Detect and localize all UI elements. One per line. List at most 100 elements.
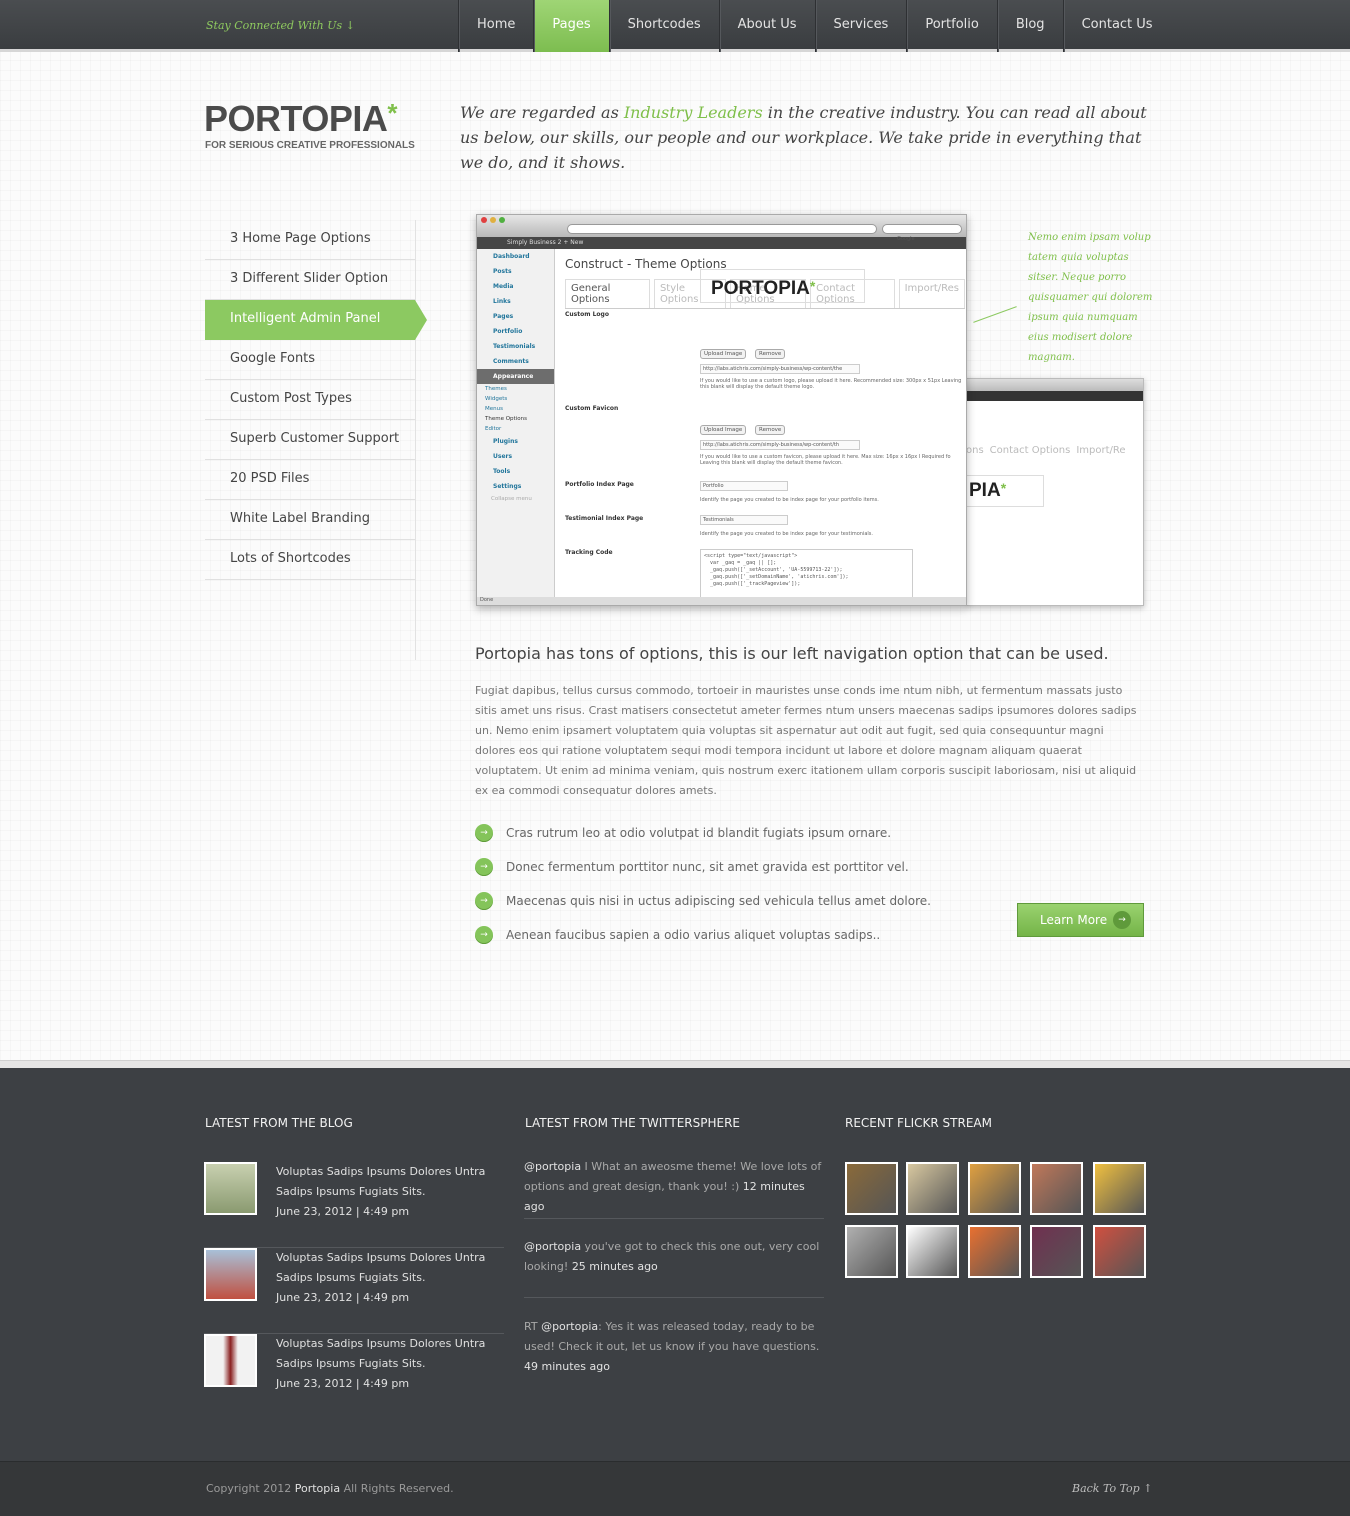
blog-post-text: Voluptas Sadips Ipsums Dolores Untra Sad… [276, 1334, 496, 1394]
back-to-top-link[interactable]: Back To Top ↑ [1072, 1482, 1152, 1495]
flickr-thumbnail[interactable] [906, 1225, 959, 1278]
flickr-thumbnail[interactable] [906, 1162, 959, 1215]
learn-more-button[interactable]: Learn More → [1017, 903, 1144, 937]
nav-contact-us[interactable]: Contact Us [1062, 0, 1171, 52]
sidenav-item[interactable]: Superb Customer Support [205, 420, 415, 460]
blog-thumbnail[interactable] [204, 1334, 257, 1387]
list-item-text: Donec fermentum porttitor nunc, sit amet… [506, 860, 909, 874]
blog-post-title[interactable]: Voluptas Sadips Ipsums Dolores Untra Sad… [276, 1162, 496, 1202]
stay-connected-link[interactable]: Stay Connected With Us ↓ [206, 19, 355, 32]
wp-logo-text: PORTOPIA [711, 278, 810, 299]
main-nav: Home Pages Shortcodes About Us Services … [458, 0, 1171, 52]
wp-menu-item: Media [493, 283, 514, 290]
site-logo[interactable]: PORTOPIA* [204, 98, 397, 140]
back-logo-text: PIA [969, 480, 1001, 501]
flickr-thumbnail[interactable] [845, 1162, 898, 1215]
close-dot-icon [481, 217, 487, 223]
top-bar: Stay Connected With Us ↓ Home Pages Shor… [0, 0, 1350, 52]
sidenav-item[interactable]: 3 Home Page Options [205, 220, 415, 260]
blog-thumbnail[interactable] [204, 1248, 257, 1301]
arrow-down-icon: ↓ [345, 19, 355, 32]
tweet: RT @portopia: Yes it was released today,… [524, 1317, 824, 1377]
wp-menu-item: Comments [493, 358, 529, 365]
wp-menu-item: Posts [493, 268, 512, 275]
asterisk-icon: * [387, 98, 397, 128]
wp-submenu-item: Menus [485, 406, 503, 412]
arrow-right-icon: → [475, 892, 493, 910]
bullet-list: → Cras rutrum leo at odio volutpat id bl… [475, 816, 931, 952]
copyright-after: All Rights Reserved. [340, 1482, 454, 1495]
intro-before: We are regarded as [460, 103, 624, 122]
nav-home[interactable]: Home [458, 0, 533, 52]
wp-label: Portfolio Index Page [565, 481, 634, 488]
wp-upload-button: Upload Image [700, 349, 747, 359]
blog-post-title[interactable]: Voluptas Sadips Ipsums Dolores Untra Sad… [276, 1334, 496, 1374]
wp-help: Identify the page you created to be inde… [700, 497, 879, 503]
sidenav-item[interactable]: Lots of Shortcodes [205, 540, 415, 580]
tweet-prefix: RT [524, 1320, 542, 1333]
site-tagline: FOR SERIOUS CREATIVE PROFESSIONALS [205, 140, 415, 151]
nav-shortcodes[interactable]: Shortcodes [608, 0, 719, 52]
wp-select: Testimonials [700, 515, 788, 525]
wp-menu-appearance: Appearance [477, 369, 554, 384]
nav-services[interactable]: Services [814, 0, 907, 52]
wp-label: Custom Favicon [565, 405, 619, 412]
intro-text: We are regarded as Industry Leaders in t… [460, 100, 1160, 175]
tweet-user-link[interactable]: @portopia [541, 1320, 598, 1333]
tweet: @portopia I What an aweosme theme! We lo… [524, 1157, 824, 1217]
wp-menu-item: Users [493, 453, 513, 460]
nav-pages[interactable]: Pages [533, 0, 609, 52]
admin-bar [966, 391, 1143, 401]
wp-status-bar: Done [477, 597, 966, 605]
flickr-thumbnail[interactable] [1093, 1225, 1146, 1278]
flickr-thumbnail[interactable] [845, 1225, 898, 1278]
blog-post-text: Voluptas Sadips Ipsums Dolores Untra Sad… [276, 1162, 496, 1222]
asterisk-icon: * [1000, 480, 1007, 496]
blog-post[interactable]: Voluptas Sadips Ipsums Dolores Untra Sad… [204, 1162, 504, 1248]
copyright-text: Copyright 2012 Portopia All Rights Reser… [206, 1482, 454, 1495]
blog-post-date: June 23, 2012 | 4:49 pm [276, 1205, 410, 1218]
back-to-top-label: Back To Top [1072, 1482, 1140, 1495]
blog-post[interactable]: Voluptas Sadips Ipsums Dolores Untra Sad… [204, 1248, 504, 1334]
flickr-thumbnail[interactable] [1030, 1225, 1083, 1278]
wp-menu-item: Testimonials [493, 343, 536, 350]
browser-bar [966, 379, 1143, 391]
copyright-before: Copyright 2012 [206, 1482, 295, 1495]
nav-about-us[interactable]: About Us [718, 0, 815, 52]
back-logo: PIA* [966, 475, 1044, 507]
wp-menu-item: Dashboard [493, 253, 530, 260]
sidenav-item[interactable]: 3 Different Slider Option [205, 260, 415, 300]
nav-portfolio[interactable]: Portfolio [906, 0, 996, 52]
tweet-user-link[interactable]: @portopia [524, 1160, 581, 1173]
list-item-text: Maecenas quis nisi in uctus adipiscing s… [506, 894, 931, 908]
sidenav-item[interactable]: 20 PSD Files [205, 460, 415, 500]
tweet-time[interactable]: 25 minutes ago [572, 1260, 658, 1273]
divider [524, 1218, 824, 1219]
intro-highlight-link[interactable]: Industry Leaders [624, 103, 763, 122]
wp-label: Tracking Code [565, 549, 613, 556]
nav-blog[interactable]: Blog [996, 0, 1063, 52]
tweet-user-link[interactable]: @portopia [524, 1240, 581, 1253]
wp-favicon-url: http://labs.atichris.com/simply-business… [700, 440, 860, 450]
sidenav-item[interactable]: Custom Post Types [205, 380, 415, 420]
flickr-thumbnail[interactable] [1093, 1162, 1146, 1215]
sidenav-item[interactable]: White Label Branding [205, 500, 415, 540]
tweet-time[interactable]: 49 minutes ago [524, 1360, 610, 1373]
flickr-thumbnail[interactable] [1030, 1162, 1083, 1215]
flickr-thumbnail[interactable] [968, 1225, 1021, 1278]
blog-post[interactable]: Voluptas Sadips Ipsums Dolores Untra Sad… [204, 1334, 504, 1420]
wp-label: Custom Logo [565, 311, 609, 318]
list-item: → Maecenas quis nisi in uctus adipiscing… [475, 884, 931, 918]
window-controls [481, 217, 505, 223]
sidenav-item[interactable]: Google Fonts [205, 340, 415, 380]
note-pointer [973, 306, 1017, 323]
flickr-thumbnail[interactable] [968, 1162, 1021, 1215]
blog-post-date: June 23, 2012 | 4:49 pm [276, 1291, 410, 1304]
blog-thumbnail[interactable] [204, 1162, 257, 1215]
sidenav-item-active[interactable]: Intelligent Admin Panel [205, 300, 427, 340]
blog-post-date: June 23, 2012 | 4:49 pm [276, 1377, 410, 1390]
copyright-brand-link[interactable]: Portopia [295, 1482, 340, 1495]
blog-post-title[interactable]: Voluptas Sadips Ipsums Dolores Untra Sad… [276, 1248, 496, 1288]
wp-help: Identify the page you created to be inde… [700, 531, 873, 537]
wp-collapse: Collapse menu [491, 496, 532, 502]
